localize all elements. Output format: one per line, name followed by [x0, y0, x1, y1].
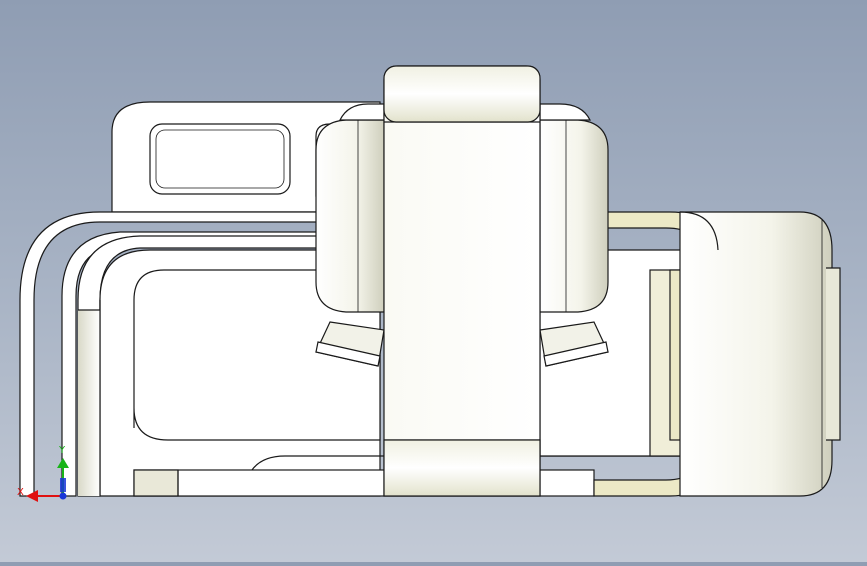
end-cap-rim: [826, 267, 841, 441]
y-axis-label: Y: [58, 445, 66, 456]
center-strap: [383, 65, 541, 497]
center-strap-top: [383, 65, 541, 123]
model-drawing: Y X: [17, 65, 841, 502]
part-outline: [19, 65, 841, 497]
drum-left: [315, 119, 385, 313]
bottom-bar-shade: [133, 469, 179, 497]
frame-left-shade: [78, 310, 100, 496]
x-axis-label: X: [17, 487, 24, 498]
z-axis-dot: [59, 492, 67, 500]
center-strap-bottom: [383, 439, 541, 497]
drum-right-top: [539, 103, 591, 121]
cad-viewport[interactable]: Y X: [0, 0, 867, 562]
plate-slot: [149, 123, 291, 195]
drum-right: [539, 119, 609, 313]
end-cap: [679, 211, 833, 497]
